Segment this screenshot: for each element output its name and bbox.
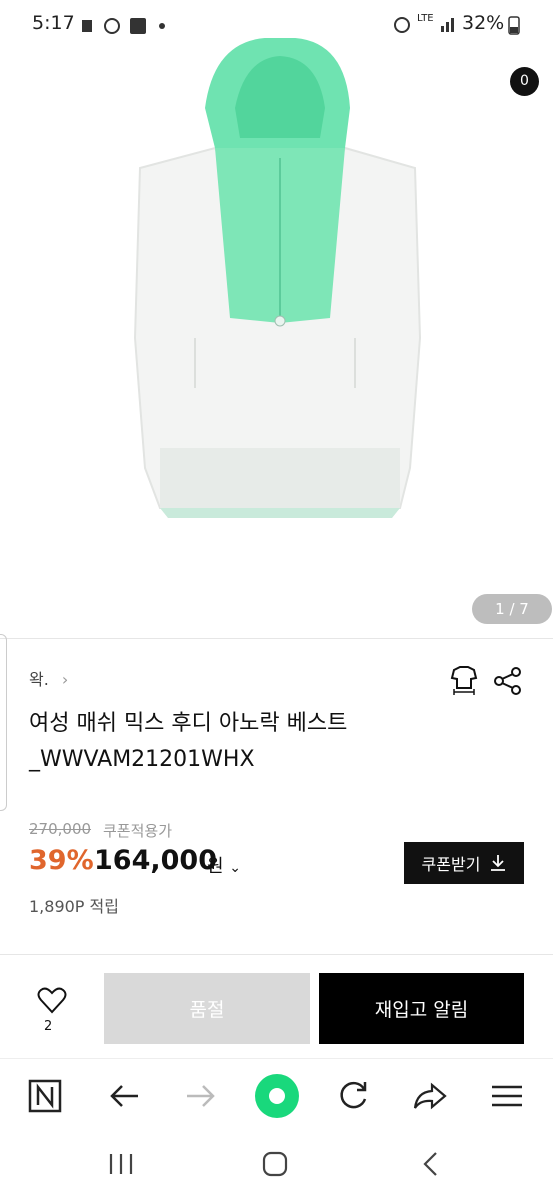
like-count: 2: [44, 1019, 53, 1034]
vest-illustration: [133, 38, 422, 518]
green-dot-home-icon[interactable]: [254, 1073, 300, 1119]
price-currency-dropdown[interactable]: 원 ⌄: [207, 852, 241, 878]
battery-icon: [508, 16, 520, 35]
original-price: 270,000: [29, 820, 92, 838]
download-icon: [491, 855, 506, 871]
cart-count-badge: 0: [510, 67, 539, 96]
home-icon[interactable]: [390, 58, 424, 90]
currency-label: 원: [207, 856, 224, 877]
search-icon[interactable]: [445, 58, 477, 90]
refresh-icon[interactable]: [336, 1079, 370, 1113]
restock-alert-button[interactable]: 재입고 알림: [319, 973, 524, 1044]
coupon-button-label: 쿠폰받기: [421, 855, 481, 874]
discount-rate: 39%: [29, 845, 94, 876]
system-back-icon[interactable]: [420, 1151, 440, 1177]
size-guide-icon[interactable]: [448, 664, 480, 696]
battery-percent: 32%: [462, 12, 505, 34]
soldout-button: 품절: [104, 973, 310, 1044]
network-type: LTE: [417, 13, 434, 24]
home-button-icon[interactable]: [262, 1151, 288, 1177]
get-coupon-button[interactable]: 쿠폰받기: [404, 842, 524, 884]
coupon-price-note: 쿠폰적용가: [103, 822, 173, 840]
brand-name: 왁.: [29, 670, 49, 689]
divider: [0, 638, 553, 639]
share-arrow-icon[interactable]: [412, 1081, 448, 1111]
chevron-right-icon: ›: [61, 670, 69, 689]
back-arrow-icon[interactable]: [26, 57, 60, 91]
sale-price: 164,000: [94, 845, 217, 876]
browser-forward-icon[interactable]: [185, 1081, 217, 1111]
signal-icon: [441, 18, 454, 32]
heart-icon[interactable]: [37, 986, 67, 1014]
recent-apps-icon[interactable]: [108, 1152, 134, 1176]
status-notification-icons: [82, 18, 165, 34]
image-counter: 1 / 7: [472, 594, 552, 624]
product-title-line2: _WWVAM21201WHX: [29, 747, 255, 772]
browser-toolbar: [0, 1058, 553, 1139]
chevron-down-icon: ⌄: [229, 860, 242, 876]
menu-icon[interactable]: [490, 1083, 524, 1109]
edge-panel-handle[interactable]: [0, 634, 7, 811]
system-navigation-bar: [0, 1138, 553, 1200]
brand-link[interactable]: 왁. ›: [29, 666, 68, 690]
naver-n-icon[interactable]: [28, 1079, 62, 1113]
divider: [0, 954, 553, 955]
share-icon[interactable]: [492, 665, 524, 697]
product-title-line1: 여성 매쉬 믹스 후디 아노락 베스트: [29, 711, 348, 736]
points-info: 1,890P 적립: [29, 897, 119, 916]
product-image[interactable]: 1 / 7: [0, 38, 553, 638]
status-time: 5:17: [32, 12, 75, 34]
product-title: 여성 매쉬 믹스 후디 아노락 베스트 _WWVAM21201WHX: [29, 706, 449, 778]
alarm-icon: [394, 17, 410, 33]
browser-back-icon[interactable]: [108, 1081, 140, 1111]
